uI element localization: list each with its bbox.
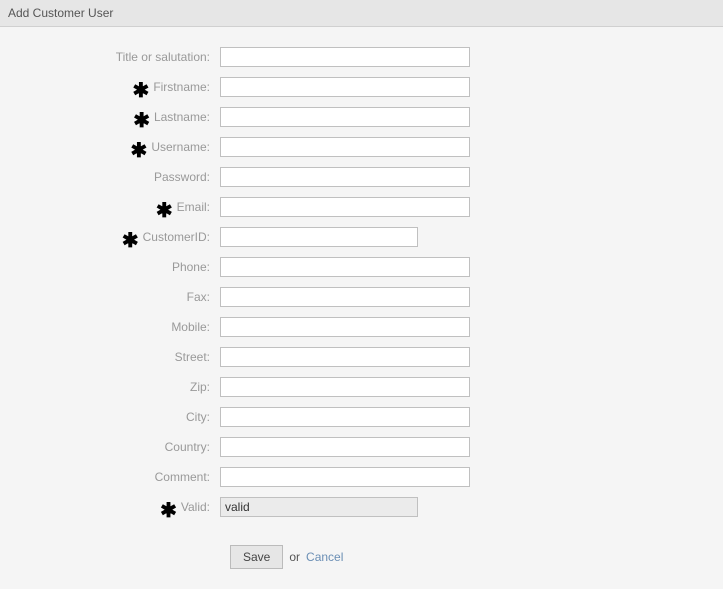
form-row-lastname: ✱ Lastname:: [0, 107, 723, 127]
lastname-label: Lastname:: [154, 110, 210, 124]
zip-label-area: Zip:: [0, 380, 220, 394]
required-asterisk-icon: ✱: [131, 145, 148, 157]
title-input[interactable]: [220, 47, 470, 67]
form-row-phone: Phone:: [0, 257, 723, 277]
required-asterisk-icon: ✱: [133, 115, 150, 127]
password-input[interactable]: [220, 167, 470, 187]
fax-label: Fax:: [187, 290, 210, 304]
phone-input[interactable]: [220, 257, 470, 277]
form-row-firstname: ✱Firstname:: [0, 77, 723, 97]
lastname-input-area: [220, 107, 470, 127]
username-label: Username:: [151, 140, 210, 154]
form-row-email: ✱ Email:: [0, 197, 723, 217]
valid-label: Valid:: [181, 500, 210, 514]
country-label: Country:: [165, 440, 210, 454]
form-row-customerid: ✱ CustomerID:: [0, 227, 723, 247]
firstname-input-area: [220, 77, 470, 97]
form-row-comment: Comment:: [0, 467, 723, 487]
customerid-label-area: ✱ CustomerID:: [0, 230, 220, 244]
comment-input-area: [220, 467, 470, 487]
city-input-area: [220, 407, 470, 427]
lastname-label-area: ✱ Lastname:: [0, 110, 220, 124]
form-row-street: Street:: [0, 347, 723, 367]
mobile-label: Mobile:: [171, 320, 210, 334]
country-label-area: Country:: [0, 440, 220, 454]
form-row-title: Title or salutation:: [0, 47, 723, 67]
zip-input[interactable]: [220, 377, 470, 397]
title-input-area: [220, 47, 470, 67]
street-input-area: [220, 347, 470, 367]
form-row-username: ✱Username:: [0, 137, 723, 157]
mobile-label-area: Mobile:: [0, 320, 220, 334]
password-label: Password:: [154, 170, 210, 184]
firstname-input[interactable]: [220, 77, 470, 97]
comment-input[interactable]: [220, 467, 470, 487]
cancel-link[interactable]: Cancel: [306, 550, 343, 564]
street-label: Street:: [175, 350, 210, 364]
form-row-mobile: Mobile:: [0, 317, 723, 337]
mobile-input-area: [220, 317, 470, 337]
email-input[interactable]: [220, 197, 470, 217]
form-container: Title or salutation:✱Firstname:✱Lastname…: [0, 27, 723, 589]
city-label-area: City:: [0, 410, 220, 424]
firstname-label: Firstname:: [153, 80, 210, 94]
title-label-area: Title or salutation:: [0, 50, 220, 64]
form-row-password: Password:: [0, 167, 723, 187]
email-label-area: ✱ Email:: [0, 200, 220, 214]
customerid-input-area: [220, 227, 418, 247]
lastname-input[interactable]: [220, 107, 470, 127]
required-asterisk-icon: ✱: [133, 85, 150, 97]
form-row-city: City:: [0, 407, 723, 427]
required-asterisk-icon: ✱: [122, 235, 139, 247]
username-label-area: ✱Username:: [0, 140, 220, 154]
password-label-area: Password:: [0, 170, 220, 184]
page-header: Add Customer User: [0, 0, 723, 27]
fax-label-area: Fax:: [0, 290, 220, 304]
password-input-area: [220, 167, 470, 187]
customerid-label: CustomerID:: [143, 230, 210, 244]
form-row-valid: ✱ Valid: valid: [0, 497, 723, 517]
valid-select[interactable]: valid: [220, 497, 418, 517]
required-asterisk-icon: ✱: [160, 505, 177, 517]
page-title: Add Customer User: [8, 6, 113, 20]
street-input[interactable]: [220, 347, 470, 367]
form-row-zip: Zip:: [0, 377, 723, 397]
comment-label: Comment:: [155, 470, 210, 484]
email-input-area: [220, 197, 470, 217]
valid-label-area: ✱ Valid:: [0, 500, 220, 514]
username-input[interactable]: [220, 137, 470, 157]
city-label: City:: [186, 410, 210, 424]
country-input-area: [220, 437, 470, 457]
phone-input-area: [220, 257, 470, 277]
title-label: Title or salutation:: [116, 50, 210, 64]
comment-label-area: Comment:: [0, 470, 220, 484]
valid-input-area: valid: [220, 497, 418, 517]
customerid-input[interactable]: [220, 227, 418, 247]
save-button[interactable]: Save: [230, 545, 283, 569]
form-row-fax: Fax:: [0, 287, 723, 307]
zip-label: Zip:: [190, 380, 210, 394]
mobile-input[interactable]: [220, 317, 470, 337]
country-input[interactable]: [220, 437, 470, 457]
street-label-area: Street:: [0, 350, 220, 364]
phone-label: Phone:: [172, 260, 210, 274]
zip-input-area: [220, 377, 470, 397]
email-label: Email:: [177, 200, 210, 214]
firstname-label-area: ✱Firstname:: [0, 80, 220, 94]
actions-row: Saveor Cancel: [0, 545, 723, 569]
city-input[interactable]: [220, 407, 470, 427]
phone-label-area: Phone:: [0, 260, 220, 274]
required-asterisk-icon: ✱: [156, 205, 173, 217]
username-input-area: [220, 137, 470, 157]
fax-input[interactable]: [220, 287, 470, 307]
fax-input-area: [220, 287, 470, 307]
form-row-country: Country:: [0, 437, 723, 457]
or-text: or: [289, 550, 300, 564]
